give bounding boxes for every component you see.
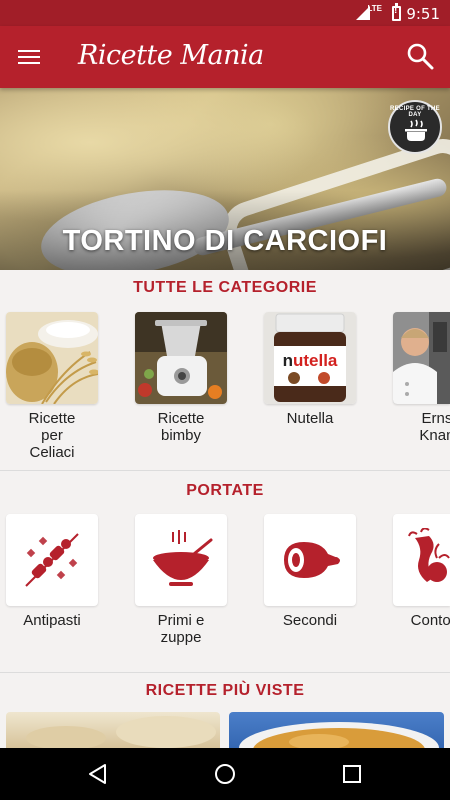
- category-thumb-celiaci[interactable]: [6, 312, 98, 404]
- category-thumb-bimby[interactable]: [135, 312, 227, 404]
- vegetables-icon: [408, 528, 450, 582]
- categories-section-title: TUTTE LE CATEGORIE: [133, 279, 317, 296]
- nutella-jar-image: nutella: [264, 312, 356, 404]
- category-label-ernst-knam[interactable]: Ernst Knam: [384, 410, 450, 444]
- hero-recipe-title: TORTINO DI CARCIOFI: [62, 225, 388, 257]
- flour-wheat-image: [6, 312, 98, 404]
- recipe-card-image: [26, 716, 216, 748]
- recipe-card-image: [239, 722, 439, 748]
- signal-strength-icon: [356, 6, 370, 20]
- battery-icon: [392, 3, 401, 21]
- portata-tile-antipasti[interactable]: [6, 514, 98, 606]
- category-label-celiaci[interactable]: Ricette per Celiaci: [0, 410, 107, 461]
- portata-tile-primi[interactable]: [135, 514, 227, 606]
- label-line: Celiaci: [29, 444, 75, 461]
- label-line: per: [41, 427, 63, 444]
- portata-label-secondi[interactable]: Secondi: [255, 612, 365, 629]
- label-line: Knam: [419, 427, 450, 444]
- label-line: Antipasti: [23, 612, 81, 629]
- label-line: Nutella: [286, 410, 334, 427]
- portata-label-contorni[interactable]: Contorni: [384, 612, 450, 629]
- recipe-card[interactable]: [6, 712, 220, 748]
- portate-section-title: PORTATE: [186, 482, 264, 499]
- label-line: Contorni: [410, 612, 450, 629]
- chef-portrait-image: [393, 312, 450, 404]
- section-divider: [0, 470, 450, 471]
- thermomix-image: [135, 312, 227, 404]
- badge-text: RECIPE OF THE DAY: [390, 106, 440, 118]
- category-label-nutella[interactable]: Nutella: [255, 410, 365, 427]
- recipe-card[interactable]: [229, 712, 444, 748]
- recipe-of-the-day-banner[interactable]: RECIPE OF THE DAY TORTINO DI CARCIOFI: [0, 88, 450, 270]
- category-label-bimby[interactable]: Ricette bimby: [126, 410, 236, 444]
- app-logo: Ricette Mania: [78, 40, 264, 71]
- ham-leg-icon: [284, 542, 340, 578]
- back-triangle-icon[interactable]: [86, 762, 110, 786]
- most-viewed-section-title: RICETTE PIÙ VISTE: [145, 682, 305, 699]
- system-navigation-bar: [0, 748, 450, 800]
- search-icon[interactable]: [406, 42, 434, 70]
- label-line: Ricette: [157, 410, 205, 427]
- skewer-icon: [25, 533, 79, 587]
- portata-tile-contorni[interactable]: [393, 514, 450, 606]
- label-line: Primi e: [157, 612, 205, 629]
- category-thumb-nutella[interactable]: nutella: [264, 312, 356, 404]
- portata-label-antipasti[interactable]: Antipasti: [0, 612, 107, 629]
- label-line: Ernst: [421, 410, 450, 427]
- label-line: zuppe: [160, 629, 202, 646]
- label-line: bimby: [160, 427, 201, 444]
- label-line: Secondi: [282, 612, 338, 629]
- cooking-pot-icon: [405, 119, 427, 141]
- section-divider: [0, 672, 450, 673]
- category-thumb-ernst-knam[interactable]: [393, 312, 450, 404]
- portata-label-primi[interactable]: Primi e zuppe: [126, 612, 236, 646]
- app-bar: Ricette Mania: [0, 26, 450, 88]
- recipe-of-the-day-badge: RECIPE OF THE DAY: [388, 100, 442, 154]
- status-bar: LTE 9:51: [0, 0, 450, 26]
- hamburger-menu-icon[interactable]: [18, 46, 42, 68]
- label-line: Ricette: [28, 410, 76, 427]
- portata-tile-secondi[interactable]: [264, 514, 356, 606]
- clock: 9:51: [406, 5, 440, 23]
- soup-bowl-icon: [153, 530, 213, 586]
- svg-text:nutella: nutella: [283, 351, 338, 370]
- recents-square-icon[interactable]: [340, 762, 364, 786]
- home-circle-icon[interactable]: [213, 762, 237, 786]
